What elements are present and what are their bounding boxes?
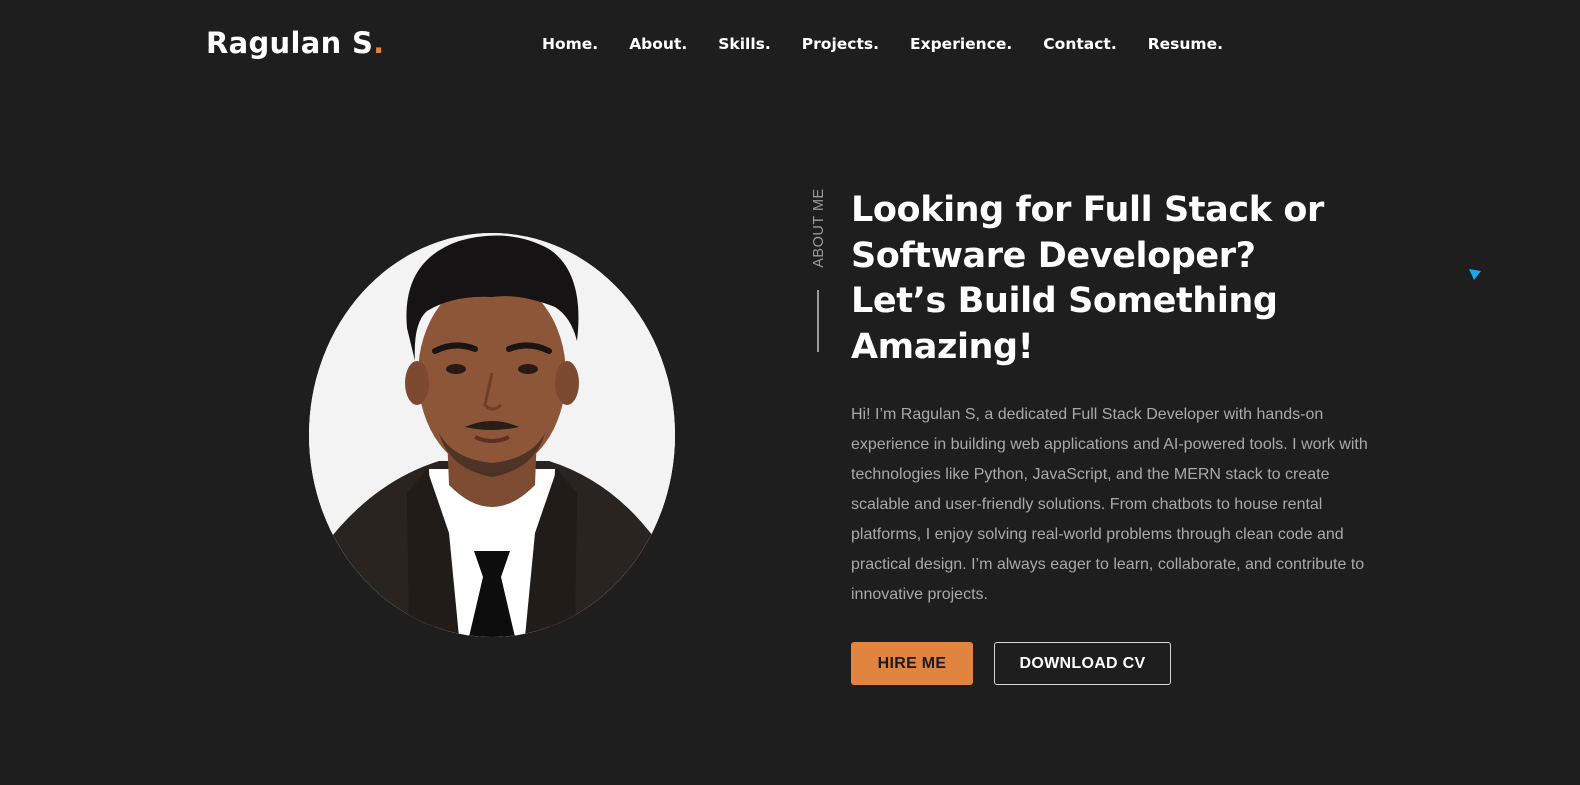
nav-link-skills[interactable]: Skills. xyxy=(718,35,771,53)
headline-line: Let’s Build Something xyxy=(851,281,1278,321)
about-side-label: ABOUT ME xyxy=(809,187,829,269)
headline-line: Software Developer? xyxy=(851,235,1256,276)
about-headline: Looking for Full Stack or Software Devel… xyxy=(851,188,1371,370)
nav-link-about[interactable]: About. xyxy=(629,35,687,53)
main-nav: Home. About. Skills. Projects. Experienc… xyxy=(542,35,1223,53)
portfolio-page: Ragulan S. Home. About. Skills. Projects… xyxy=(0,0,1580,785)
site-logo[interactable]: Ragulan S. xyxy=(206,26,384,60)
about-side-label-text: ABOUT ME xyxy=(811,188,827,268)
profile-portrait-image xyxy=(309,233,675,637)
about-bio: Hi! I’m Ragulan S, a dedicated Full Stac… xyxy=(851,406,1368,603)
hire-me-button[interactable]: HIRE ME xyxy=(851,642,973,685)
profile-photo xyxy=(309,233,675,637)
nav-link-resume[interactable]: Resume. xyxy=(1148,35,1223,53)
nav-link-contact[interactable]: Contact. xyxy=(1043,35,1116,53)
nav-link-projects[interactable]: Projects. xyxy=(802,35,879,53)
logo-dot: . xyxy=(373,26,385,60)
cursor-arrow-icon xyxy=(1469,269,1481,280)
headline-line: Looking for Full Stack or xyxy=(851,190,1324,230)
nav-link-experience[interactable]: Experience. xyxy=(910,35,1012,53)
nav-link-home[interactable]: Home. xyxy=(542,35,598,53)
download-cv-button[interactable]: DOWNLOAD CV xyxy=(994,642,1171,685)
logo-text: Ragulan S xyxy=(206,26,374,60)
headline-line: Amazing! xyxy=(851,326,1034,367)
about-divider-line xyxy=(817,290,819,352)
